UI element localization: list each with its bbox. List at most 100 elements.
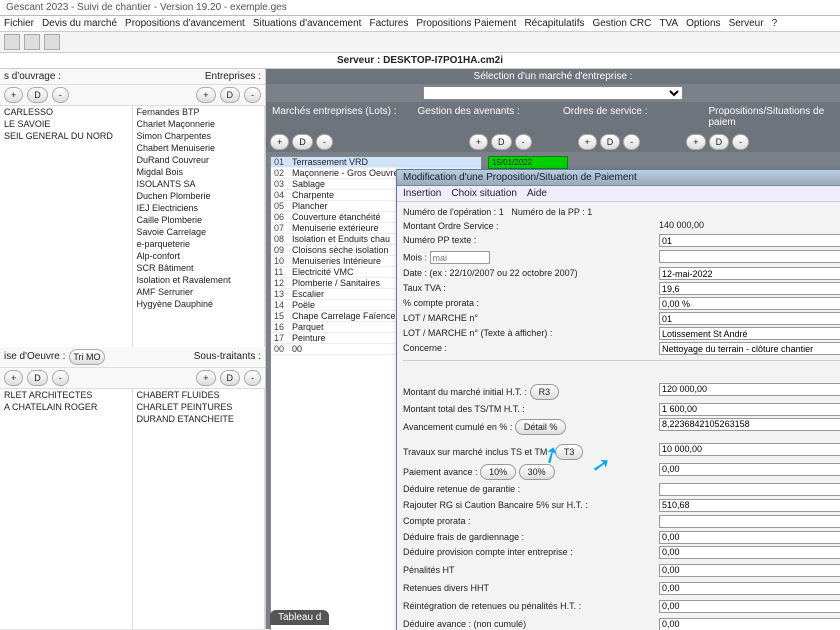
tool-icon[interactable] <box>44 34 60 50</box>
lot-row[interactable]: 01Terrassement VRD <box>271 157 481 168</box>
list-item[interactable]: Charlet Maçonnerie <box>133 118 265 130</box>
minus-button[interactable]: - <box>52 87 69 103</box>
oeuvre-list[interactable]: RLET ARCHITECTESA CHATELAIN ROGER <box>0 389 133 630</box>
menu-item[interactable]: Gestion CRC <box>592 18 651 29</box>
ret-input[interactable] <box>659 582 840 595</box>
menu-item[interactable]: ? <box>772 18 778 29</box>
minus-button[interactable]: - <box>52 370 69 386</box>
d-button[interactable]: D <box>600 134 621 150</box>
entreprises-list[interactable]: Fernandes BTPCharlet MaçonnerieSimon Cha… <box>133 106 266 347</box>
mois-input[interactable] <box>430 251 490 264</box>
list-item[interactable]: CARLESSO <box>0 106 132 118</box>
d-button[interactable]: D <box>709 134 730 150</box>
list-item[interactable]: A CHATELAIN ROGER <box>0 401 132 413</box>
plus-button[interactable]: + <box>686 134 705 150</box>
plus-button[interactable]: + <box>196 370 215 386</box>
tri-mo-button[interactable]: Tri MO <box>69 349 104 365</box>
tva-input[interactable] <box>659 282 840 295</box>
avc-input[interactable] <box>659 418 840 431</box>
minus-button[interactable]: - <box>623 134 640 150</box>
minus-button[interactable]: - <box>244 87 261 103</box>
dfg-input[interactable] <box>659 531 840 544</box>
tool-icon[interactable] <box>4 34 20 50</box>
dedav-input[interactable] <box>659 618 840 630</box>
reint-input[interactable] <box>659 600 840 613</box>
list-item[interactable]: CHARLET PEINTURES <box>133 401 265 413</box>
dialog-menu-item[interactable]: Aide <box>527 188 547 199</box>
dpc-input[interactable] <box>659 546 840 559</box>
pct30-button[interactable]: 30% <box>519 464 555 480</box>
dialog-menu-item[interactable]: Insertion <box>403 188 441 199</box>
lott-input[interactable] <box>659 327 840 340</box>
prorata-input[interactable] <box>659 297 840 310</box>
pct10-button[interactable]: 10% <box>480 464 516 480</box>
list-item[interactable]: Duchen Plomberie <box>133 190 265 202</box>
list-item[interactable]: Migdal Bois <box>133 166 265 178</box>
r3-button[interactable]: R3 <box>530 384 560 400</box>
menu-item[interactable]: Fichier <box>4 18 34 29</box>
mtt-input[interactable] <box>659 403 840 416</box>
list-item[interactable]: LE SAVOIE <box>0 118 132 130</box>
dialog-menu-item[interactable]: Choix situation <box>451 188 517 199</box>
soustraitants-list[interactable]: CHABERT FLUIDESCHARLET PEINTURESDURAND E… <box>133 389 266 630</box>
list-item[interactable]: Isolation et Ravalement <box>133 274 265 286</box>
plus-button[interactable]: + <box>196 87 215 103</box>
tableau-tab[interactable]: Tableau d <box>270 610 329 625</box>
list-item[interactable]: DuRand Couvreur <box>133 154 265 166</box>
menu-item[interactable]: Factures <box>369 18 408 29</box>
list-item[interactable]: AMF Serrurier <box>133 286 265 298</box>
list-item[interactable]: Chabert Menuiserie <box>133 142 265 154</box>
minus-button[interactable]: - <box>515 134 532 150</box>
list-item[interactable]: SEIL GENERAL DU NORD <box>0 130 132 142</box>
ouvrage-list[interactable]: CARLESSOLE SAVOIESEIL GENERAL DU NORD <box>0 106 133 347</box>
plus-button[interactable]: + <box>4 87 23 103</box>
d-button[interactable]: D <box>27 370 48 386</box>
menu-item[interactable]: TVA <box>659 18 678 29</box>
lotn-input[interactable] <box>659 312 840 325</box>
list-item[interactable]: Fernandes BTP <box>133 106 265 118</box>
menu-item[interactable]: Serveur <box>729 18 764 29</box>
cpr-input[interactable] <box>659 515 840 528</box>
list-item[interactable]: e-parqueterie <box>133 238 265 250</box>
avenant-item[interactable]: 15/01/2022 <box>488 156 568 169</box>
d-button[interactable]: D <box>220 87 241 103</box>
list-item[interactable]: SCR Bâtiment <box>133 262 265 274</box>
rajrg-input[interactable] <box>659 499 840 512</box>
marche-select[interactable] <box>423 86 683 100</box>
mmi-input[interactable] <box>659 383 840 396</box>
list-item[interactable]: Savoie Carrelage <box>133 226 265 238</box>
list-item[interactable]: Simon Charpentes <box>133 130 265 142</box>
mois-select[interactable] <box>659 250 840 263</box>
plus-button[interactable]: + <box>578 134 597 150</box>
d-button[interactable]: D <box>491 134 512 150</box>
tool-icon[interactable] <box>24 34 40 50</box>
list-item[interactable]: Hygyène Dauphiné <box>133 298 265 310</box>
menu-item[interactable]: Options <box>686 18 720 29</box>
paiav-input[interactable] <box>659 463 840 476</box>
d-button[interactable]: D <box>292 134 313 150</box>
minus-button[interactable]: - <box>316 134 333 150</box>
list-item[interactable]: DURAND ETANCHEITE <box>133 413 265 425</box>
d-button[interactable]: D <box>27 87 48 103</box>
list-item[interactable]: IEJ Electriciens <box>133 202 265 214</box>
plus-button[interactable]: + <box>469 134 488 150</box>
minus-button[interactable]: - <box>244 370 261 386</box>
pen-input[interactable] <box>659 564 840 577</box>
menu-item[interactable]: Récapitulatifs <box>524 18 584 29</box>
date-input[interactable] <box>659 267 840 280</box>
menu-item[interactable]: Devis du marché <box>42 18 117 29</box>
list-item[interactable]: ISOLANTS SA <box>133 178 265 190</box>
detail-pct-button[interactable]: Détail % <box>515 419 567 435</box>
menu-item[interactable]: Propositions Paiement <box>416 18 516 29</box>
menu-item[interactable]: Situations d'avancement <box>253 18 362 29</box>
concerne-input[interactable] <box>659 342 840 355</box>
d-button[interactable]: D <box>220 370 241 386</box>
list-item[interactable]: CHABERT FLUIDES <box>133 389 265 401</box>
list-item[interactable]: Alp-confort <box>133 250 265 262</box>
plus-button[interactable]: + <box>4 370 23 386</box>
list-item[interactable]: RLET ARCHITECTES <box>0 389 132 401</box>
list-item[interactable]: Caille Plomberie <box>133 214 265 226</box>
dedret-input[interactable] <box>659 483 840 496</box>
num-ppt-input[interactable] <box>659 234 840 247</box>
minus-button[interactable]: - <box>732 134 749 150</box>
